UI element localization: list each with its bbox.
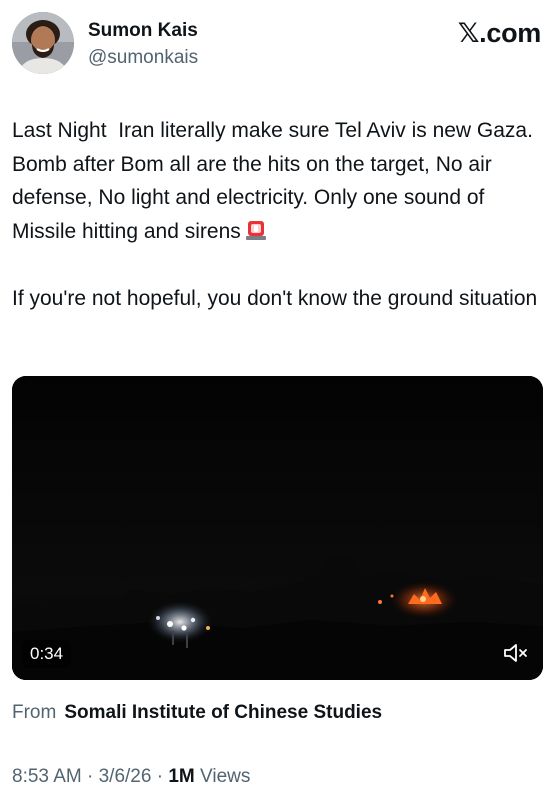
author-name[interactable]: Sumon Kais bbox=[88, 20, 198, 42]
author-handle[interactable]: @sumonkais bbox=[88, 47, 198, 69]
speaker-muted-icon[interactable] bbox=[503, 642, 529, 664]
separator-dot: · bbox=[151, 766, 169, 787]
video-duration: 0:34 bbox=[22, 640, 72, 668]
avatar[interactable] bbox=[12, 12, 74, 74]
tweet-paragraph-1: Last Night Iran literally make sure Tel … bbox=[12, 114, 543, 248]
x-logo-icon: 𝕏 bbox=[457, 18, 480, 49]
source-prefix: From bbox=[12, 702, 57, 723]
tweet-paragraph-2: If you're not hopeful, you don't know th… bbox=[12, 286, 538, 310]
tweet-body: Last Night Iran literally make sure Tel … bbox=[12, 114, 543, 315]
post-date[interactable]: 3/6/26 bbox=[99, 766, 152, 787]
x-brand-logo: 𝕏.com bbox=[457, 18, 542, 49]
separator-dot: · bbox=[81, 766, 99, 787]
media-source: From Somali Institute of Chinese Studies bbox=[12, 702, 382, 724]
brand-suffix: .com bbox=[479, 18, 541, 48]
tweet-header: Sumon Kais @sumonkais 𝕏.com bbox=[12, 12, 543, 76]
video-player[interactable]: 0:34 bbox=[12, 376, 543, 680]
source-link[interactable]: Somali Institute of Chinese Studies bbox=[64, 702, 382, 723]
post-time[interactable]: 8:53 AM bbox=[12, 766, 82, 787]
tweet-metadata: 8:53 AM · 3/6/26 · 1M Views bbox=[12, 766, 250, 788]
views-count[interactable]: 1M bbox=[168, 766, 194, 787]
tweet-text-1: Last Night Iran literally make sure Tel … bbox=[12, 119, 539, 243]
police-car-light-icon bbox=[245, 220, 266, 240]
avatar-image bbox=[12, 12, 74, 74]
video-frame bbox=[12, 376, 543, 680]
views-label: Views bbox=[194, 766, 251, 787]
